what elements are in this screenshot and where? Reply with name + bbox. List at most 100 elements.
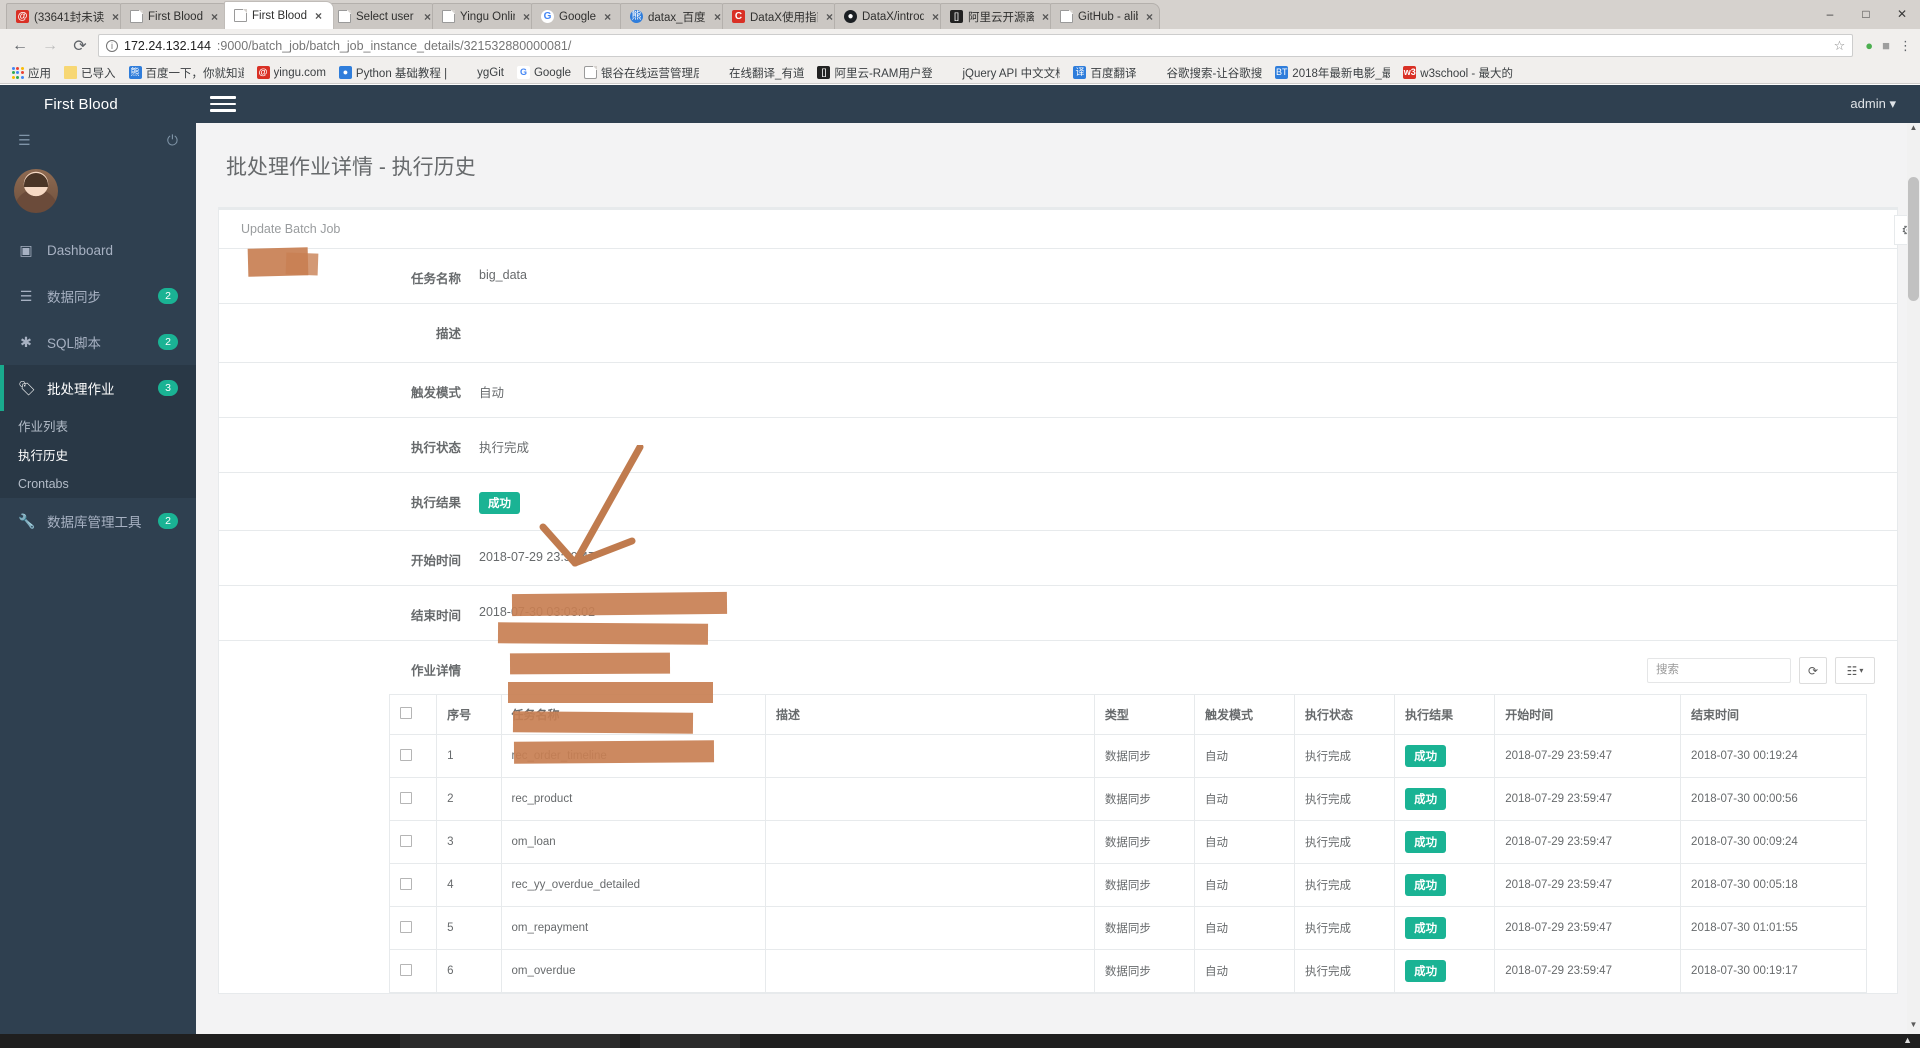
- row-checkbox-cell[interactable]: [388, 906, 438, 950]
- user-menu[interactable]: admin ▾: [1850, 96, 1920, 112]
- column-header-4[interactable]: 描述: [765, 694, 1095, 735]
- row-checkbox-cell[interactable]: [388, 820, 438, 864]
- bookmark-7[interactable]: G Google: [512, 65, 576, 80]
- bookmark-star-icon[interactable]: ☆: [1834, 38, 1846, 54]
- bookmark-8[interactable]: 银谷在线运营管理后: [579, 64, 704, 82]
- browser-tab-9[interactable]: ● DataX/introduc ×: [834, 3, 946, 29]
- row-checkbox[interactable]: [400, 963, 412, 976]
- column-header-5[interactable]: 类型: [1093, 694, 1195, 735]
- row-checkbox-cell[interactable]: [388, 777, 438, 821]
- sidebar-item-3[interactable]: ✱ SQL脚本 2: [0, 319, 196, 365]
- select-all-checkbox[interactable]: [400, 707, 412, 719]
- sidebar-subitem-3[interactable]: Crontabs: [0, 469, 196, 498]
- browser-tab-7[interactable]: 熊 datax_百度搜索 ×: [620, 3, 728, 29]
- close-icon[interactable]: ×: [1042, 10, 1049, 24]
- extension-one-icon[interactable]: ●: [1865, 38, 1873, 53]
- reload-icon[interactable]: ⟳: [68, 36, 92, 56]
- address-bar[interactable]: i 172.24.132.144:9000/batch_job/batch_jo…: [98, 34, 1854, 57]
- table-row[interactable]: 3 om_loan 数据同步 自动 执行完成 成功 2018-07-29 23:59:47 2…: [388, 820, 1867, 864]
- menu-icon[interactable]: ⋮: [1899, 38, 1912, 54]
- power-icon[interactable]: ⏻: [167, 132, 178, 149]
- row-checkbox-cell[interactable]: [388, 863, 438, 907]
- sidebar-subitem-2[interactable]: 执行历史: [0, 440, 196, 469]
- sidebar-item-5[interactable]: 🔧 数据库管理工具 2: [0, 498, 196, 544]
- scroll-up-arrow[interactable]: ▲: [1907, 123, 1920, 137]
- sidebar-toggle-icon[interactable]: [210, 96, 236, 112]
- row-checkbox[interactable]: [400, 748, 412, 761]
- minimize-button[interactable]: –: [1812, 7, 1848, 21]
- back-icon[interactable]: ←: [8, 37, 32, 55]
- forward-icon[interactable]: →: [38, 37, 62, 55]
- row-checkbox[interactable]: [400, 877, 412, 890]
- columns-button[interactable]: ☷ ▾: [1835, 657, 1875, 684]
- row-checkbox-cell[interactable]: [388, 734, 438, 778]
- bookmark-11[interactable]: jQuery API 中文文档: [940, 64, 1065, 82]
- column-header-3[interactable]: 任务名称: [500, 694, 767, 735]
- close-icon[interactable]: ×: [424, 10, 431, 24]
- browser-tab-1[interactable]: @ (33641封未读) y ×: [6, 3, 126, 29]
- close-icon[interactable]: ×: [714, 10, 721, 24]
- sidebar-item-2[interactable]: ☰ 数据同步 2: [0, 273, 196, 319]
- close-icon[interactable]: ×: [604, 10, 611, 24]
- bookmark-10[interactable]: [] 阿里云-RAM用户登: [812, 64, 937, 82]
- bookmark-13[interactable]: 谷歌搜索-让谷歌搜: [1144, 64, 1267, 82]
- close-icon[interactable]: ×: [932, 10, 939, 24]
- browser-tab-4[interactable]: Select user to c ×: [328, 3, 438, 29]
- page-scrollbar[interactable]: ▲ ▼: [1907, 123, 1920, 1034]
- browser-tab-10[interactable]: [] 阿里云开源离线 ×: [940, 3, 1056, 29]
- bookmark-3[interactable]: 熊百度一下，你就知道: [124, 64, 249, 82]
- close-icon[interactable]: ×: [112, 10, 119, 24]
- table-row[interactable]: 4 rec_yy_overdue_detailed 数据同步 自动 执行完成 成功 2018…: [388, 863, 1867, 907]
- extension-two-icon[interactable]: ■: [1882, 38, 1890, 53]
- browser-tab-11[interactable]: GitHub - alibab ×: [1050, 3, 1160, 29]
- bookmark-9[interactable]: 在线翻译_有道: [707, 64, 809, 82]
- row-checkbox-cell[interactable]: [388, 949, 438, 993]
- row-checkbox[interactable]: [400, 834, 412, 847]
- column-header-10[interactable]: 结束时间: [1680, 694, 1867, 735]
- maximize-button[interactable]: □: [1848, 7, 1884, 21]
- column-header-2[interactable]: 序号: [436, 694, 502, 735]
- bookmark-15[interactable]: w3 w3school - 最大的: [1398, 64, 1518, 82]
- bookmark-4[interactable]: @ yingu.com: [252, 65, 331, 80]
- column-header-1[interactable]: [388, 694, 438, 735]
- table-row[interactable]: 6 om_overdue 数据同步 自动 执行完成 成功 2018-07-29 23:59:…: [388, 949, 1867, 993]
- scroll-down-arrow[interactable]: ▼: [1907, 1020, 1920, 1034]
- field-label: 描述: [435, 327, 461, 341]
- scroll-thumb[interactable]: [1908, 177, 1919, 301]
- table-row[interactable]: 2 rec_product 数据同步 自动 执行完成 成功 2018-07-29 23:59…: [388, 777, 1867, 821]
- detail-fields: 任务名称 big_data 描述 触发模式 自动 执行状态 执行完成 执行结果 成功 开始时间 20…: [219, 248, 1897, 993]
- table-row[interactable]: 5 om_repayment 数据同步 自动 执行完成 成功 2018-07-29 23:5…: [388, 906, 1867, 950]
- bookmark-1[interactable]: 应用: [6, 64, 56, 82]
- sidebar-subitem-1[interactable]: 作业列表: [0, 411, 196, 440]
- bookmark-2[interactable]: 已导入: [59, 64, 121, 82]
- close-icon[interactable]: ×: [1146, 10, 1153, 24]
- row-checkbox[interactable]: [400, 920, 412, 933]
- site-info-icon[interactable]: i: [106, 39, 118, 52]
- close-window-button[interactable]: ✕: [1884, 7, 1920, 21]
- column-header-7[interactable]: 执行状态: [1294, 694, 1396, 735]
- bookmark-12[interactable]: 译百度翻译: [1068, 64, 1141, 82]
- sidebar-item-1[interactable]: ▣ Dashboard: [0, 227, 196, 273]
- bookmark-6[interactable]: ygGit: [455, 65, 509, 80]
- column-header-9[interactable]: 开始时间: [1494, 694, 1682, 735]
- table-row[interactable]: 1 rec_order_timeline 数据同步 自动 执行完成 成功 2018-07-2…: [388, 734, 1867, 778]
- bars-icon[interactable]: ☰: [18, 132, 31, 149]
- close-icon[interactable]: ×: [826, 10, 833, 24]
- browser-tab-8[interactable]: C DataX使用指南 ×: [722, 3, 840, 29]
- browser-tab-3[interactable]: First Blood ×: [224, 1, 334, 29]
- sidebar-item-4[interactable]: 🏷 批处理作业 3: [0, 365, 196, 411]
- bookmark-5[interactable]: ● Python 基础教程 |: [334, 64, 452, 82]
- bookmark-14[interactable]: BT 2018年最新电影_最: [1270, 64, 1395, 82]
- browser-tab-6[interactable]: G Google ×: [531, 3, 626, 29]
- row-checkbox[interactable]: [400, 791, 412, 804]
- browser-tab-2[interactable]: First Blood ×: [120, 3, 230, 29]
- close-icon[interactable]: ×: [315, 9, 322, 23]
- column-header-6[interactable]: 触发模式: [1193, 694, 1296, 735]
- search-input[interactable]: 搜索: [1647, 658, 1791, 683]
- avatar[interactable]: [14, 169, 58, 213]
- browser-tab-5[interactable]: Yingu Online ×: [432, 3, 537, 29]
- refresh-icon[interactable]: ⟳: [1799, 657, 1827, 684]
- close-icon[interactable]: ×: [523, 10, 530, 24]
- close-icon[interactable]: ×: [211, 10, 218, 24]
- column-header-8[interactable]: 执行结果: [1394, 694, 1496, 735]
